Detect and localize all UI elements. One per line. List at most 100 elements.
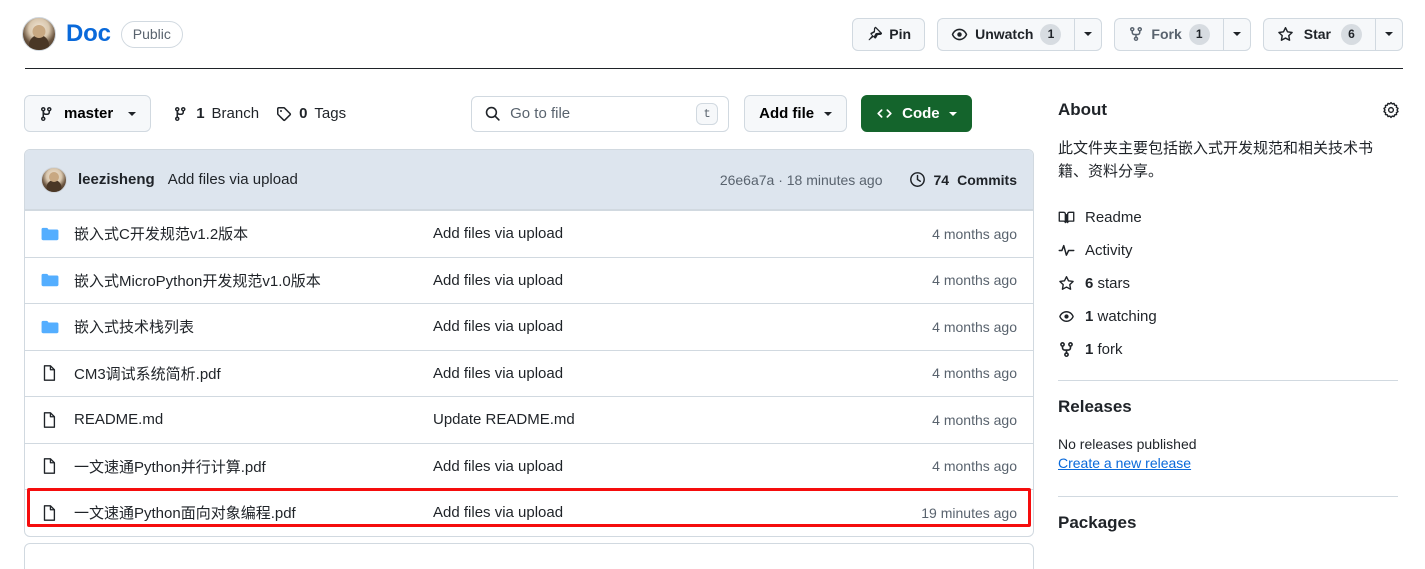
sidebar-divider (1058, 379, 1398, 381)
gear-icon[interactable] (1379, 98, 1403, 122)
book-icon (1058, 209, 1075, 226)
about-sidebar: About 此文件夹主要包括嵌入式开发规范和相关技术书籍、资料分享。 Readm… (1058, 96, 1403, 533)
pin-button[interactable]: Pin (852, 17, 926, 51)
readme-link[interactable]: Readme (1058, 201, 1403, 234)
code-button[interactable]: Code (861, 95, 972, 132)
watch-dropdown-button[interactable] (1074, 17, 1103, 51)
table-row[interactable]: 嵌入式技术栈列表 Add files via upload 4 months a… (25, 303, 1033, 350)
fork-button-group: Fork 1 (1114, 17, 1251, 51)
commit-author-name[interactable]: leezisheng (78, 171, 155, 188)
readme-label: Readme (1085, 208, 1142, 226)
file-name-cell: 嵌入式C开发规范v1.2版本 (41, 223, 433, 244)
about-title: About (1058, 100, 1108, 119)
table-row[interactable]: README.md Update README.md 4 months ago (25, 396, 1033, 443)
fork-dropdown-button[interactable] (1222, 17, 1251, 51)
star-icon (1058, 275, 1075, 292)
file-commit-time: 4 months ago (932, 225, 1017, 242)
branch-count-link[interactable]: 1 Branch (173, 105, 259, 122)
watch-count: 1 (1040, 23, 1062, 45)
file-commit-message[interactable]: Add files via upload (433, 318, 563, 335)
watching-count: 1 (1085, 307, 1094, 325)
about-description: 此文件夹主要包括嵌入式开发规范和相关技术书籍、资料分享。 (1058, 140, 1374, 180)
file-name-link[interactable]: 嵌入式技术栈列表 (74, 316, 194, 337)
file-icon (41, 411, 59, 429)
file-commit-time: 4 months ago (932, 411, 1017, 428)
activity-label: Activity (1085, 241, 1133, 259)
file-name-link[interactable]: 嵌入式C开发规范v1.2版本 (74, 223, 248, 244)
star-icon (1277, 26, 1294, 43)
create-release-link[interactable]: Create a new release (1058, 455, 1191, 471)
branch-count: 1 (196, 105, 205, 122)
watching-link[interactable]: 1 watching (1058, 300, 1403, 333)
commit-message[interactable]: Add files via upload (168, 171, 298, 188)
stars-count: 6 (1085, 274, 1094, 292)
about-header: About (1058, 96, 1403, 124)
stars-word: stars (1097, 274, 1131, 292)
go-to-file-input[interactable]: Go to file t (471, 95, 730, 132)
file-name-cell: README.md (41, 411, 433, 429)
table-row[interactable]: 嵌入式C开发规范v1.2版本 Add files via upload 4 mo… (25, 210, 1033, 257)
chevron-down-icon (824, 111, 833, 116)
commit-meta: 26e6a7a · 18 minutes ago 74 Commits (720, 171, 1017, 188)
file-commit-message[interactable]: Add files via upload (433, 225, 563, 242)
add-file-label: Add file (759, 105, 815, 122)
table-row[interactable]: CM3调试系统简析.pdf Add files via upload 4 mon… (25, 349, 1033, 397)
fork-button[interactable]: Fork 1 (1114, 17, 1223, 51)
file-name-cell: CM3调试系统简析.pdf (41, 363, 433, 384)
file-name-cell: 一文速通Python面向对象编程.pdf (41, 502, 433, 523)
tag-count-link[interactable]: 0 Tags (276, 105, 346, 122)
eye-icon (951, 26, 968, 43)
tag-count: 0 (299, 105, 308, 122)
chevron-down-icon (948, 111, 957, 116)
star-button-group: Star 6 (1262, 17, 1403, 51)
forks-word: fork (1097, 340, 1123, 358)
table-row[interactable]: 嵌入式MicroPython开发规范v1.0版本 Add files via u… (25, 256, 1033, 304)
forks-count-label: 1 fork (1085, 341, 1123, 358)
add-file-button[interactable]: Add file (744, 95, 848, 132)
unwatch-label: Unwatch (975, 26, 1034, 42)
repository-name-link[interactable]: Doc (66, 20, 111, 48)
star-count: 6 (1341, 23, 1362, 45)
activity-link[interactable]: Activity (1058, 234, 1403, 267)
folder-icon (41, 271, 59, 289)
star-button[interactable]: Star 6 (1262, 17, 1375, 51)
branch-icon (39, 106, 55, 122)
forks-link[interactable]: 1 fork (1058, 333, 1403, 366)
header-divider (25, 68, 1403, 69)
eye-icon (1058, 308, 1075, 325)
file-name-link[interactable]: 嵌入式MicroPython开发规范v1.0版本 (74, 270, 321, 291)
commit-author-avatar[interactable] (41, 166, 67, 193)
file-commit-message[interactable]: Add files via upload (433, 504, 563, 521)
file-name-link[interactable]: README.md (74, 411, 163, 428)
repository-title-group: Doc Public (22, 17, 183, 51)
file-commit-message[interactable]: Add files via upload (433, 458, 563, 475)
file-name-link[interactable]: 一文速通Python并行计算.pdf (74, 456, 266, 477)
fork-label: Fork (1151, 26, 1182, 42)
commit-sha-and-time[interactable]: 26e6a7a · 18 minutes ago (720, 172, 883, 188)
star-dropdown-button[interactable] (1375, 17, 1403, 51)
unwatch-button[interactable]: Unwatch 1 (937, 17, 1075, 51)
forks-count: 1 (1085, 340, 1094, 358)
file-commit-message[interactable]: Update README.md (433, 411, 575, 428)
file-name-link[interactable]: 一文速通Python面向对象编程.pdf (74, 502, 296, 523)
releases-empty-note: No releases published (1058, 435, 1197, 452)
visibility-badge: Public (120, 20, 183, 48)
file-commit-time: 4 months ago (932, 272, 1017, 289)
file-icon (41, 504, 59, 522)
fork-icon (1128, 26, 1144, 42)
table-row-highlighted[interactable]: 一文速通Python面向对象编程.pdf Add files via uploa… (25, 489, 1033, 536)
pin-icon (866, 26, 883, 42)
star-label: Star (1303, 26, 1331, 42)
file-commit-time: 4 months ago (932, 318, 1017, 335)
owner-avatar[interactable] (22, 17, 56, 51)
code-brackets-icon (876, 105, 893, 122)
watch-button-group: Unwatch 1 (937, 17, 1103, 51)
sidebar-divider (1058, 495, 1398, 497)
branch-selector-button[interactable]: master (24, 95, 152, 132)
file-commit-message[interactable]: Add files via upload (433, 272, 563, 289)
stars-link[interactable]: 6 stars (1058, 267, 1403, 300)
file-commit-message[interactable]: Add files via upload (433, 365, 563, 382)
commit-history-link[interactable]: 74 Commits (909, 171, 1017, 188)
table-row[interactable]: 一文速通Python并行计算.pdf Add files via upload … (25, 442, 1033, 490)
file-name-link[interactable]: CM3调试系统简析.pdf (74, 363, 221, 384)
